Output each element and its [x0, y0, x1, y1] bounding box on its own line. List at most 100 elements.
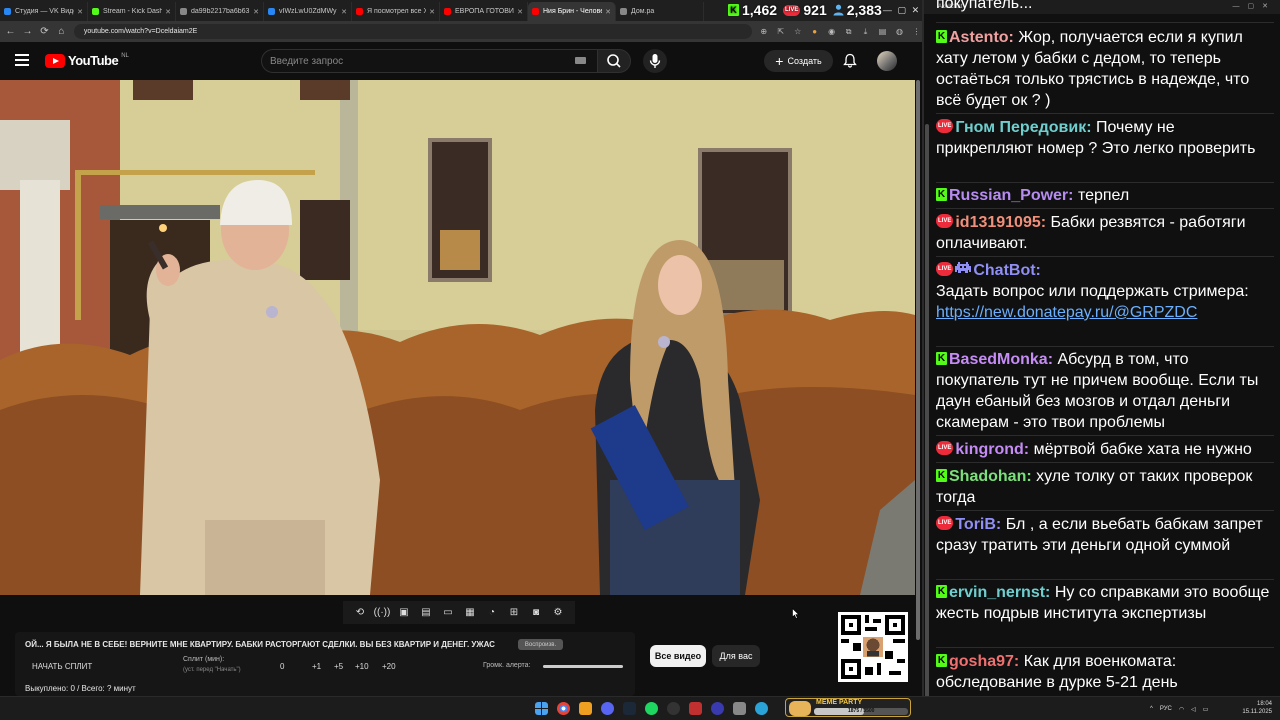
url-field[interactable]: youtube.com/watch?v=Dceldaiam2E — [73, 24, 753, 39]
minimize-icon[interactable]: — — [883, 5, 892, 15]
split-value-button[interactable]: 0 — [280, 662, 284, 671]
tab-title: ЕВРОПА ГОТОВИТ — [455, 8, 515, 15]
chat-username[interactable]: Russian_Power: — [949, 187, 1073, 204]
gas-pipe-horizontal — [75, 170, 315, 175]
telegram-icon[interactable] — [755, 702, 768, 715]
tab-close-icon[interactable]: ✕ — [429, 8, 435, 16]
youtube-logo[interactable]: YouTube NL — [45, 53, 129, 68]
chat-message: LIVE id13191095: Бабки резвятся - работяг… — [936, 212, 1274, 254]
settings-gear-icon[interactable]: ⚙ — [551, 606, 565, 620]
file-explorer-icon[interactable] — [579, 702, 592, 715]
close-icon[interactable]: ✕ — [912, 5, 920, 16]
chat-username[interactable]: Гном Передовик: — [955, 119, 1091, 136]
menu-dots-icon[interactable]: ⋮ — [911, 26, 922, 37]
alert-volume-slider[interactable] — [543, 665, 623, 668]
chat-username[interactable]: gosha97: — [949, 653, 1019, 670]
steam-icon[interactable] — [623, 702, 636, 715]
hamburger-menu-icon[interactable] — [15, 54, 29, 66]
reload-icon[interactable]: ⟳ — [38, 25, 51, 38]
split-value-button[interactable]: +20 — [382, 662, 396, 671]
subtitles-icon[interactable]: ▦ — [463, 606, 477, 620]
camera-icon[interactable]: ◙ — [529, 606, 543, 620]
chrome-icon[interactable] — [557, 702, 570, 715]
tab-close-icon[interactable]: ✕ — [341, 8, 347, 16]
voice-search-button[interactable] — [643, 49, 667, 73]
chat-username[interactable]: Astento: — [949, 29, 1014, 46]
tray-chevron-icon[interactable]: ^ — [1150, 706, 1153, 712]
download-icon[interactable]: ⤓ — [860, 26, 871, 37]
account-avatar[interactable] — [877, 51, 897, 71]
extension-toolbar: ⟲ ((·)) ▣ ▤ ▭ ▦ ◔ ⊞ ◙ ⚙ — [343, 601, 575, 624]
play-alert-button[interactable]: Воспроизв. — [518, 639, 563, 650]
app-icon[interactable] — [711, 702, 724, 715]
tab-close-icon[interactable]: ✕ — [165, 8, 171, 16]
chat-username[interactable]: ToriB: — [955, 516, 1001, 533]
browser-tab[interactable]: ЕВРОПА ГОТОВИТ ✕ — [440, 2, 528, 21]
windows-start-icon[interactable] — [535, 702, 548, 715]
tab-close-icon[interactable]: ✕ — [253, 8, 259, 16]
extension-dot-icon[interactable]: ● — [809, 26, 820, 37]
discord-icon[interactable] — [601, 702, 614, 715]
browser-tab[interactable]: Студия — VK Видео✕ — [0, 2, 88, 21]
browser-tab-active[interactable]: Ния Брин - Челове ✕ — [528, 2, 616, 21]
split-value-button[interactable]: +1 — [312, 662, 321, 671]
app-icon[interactable] — [733, 702, 746, 715]
split-value-button[interactable]: +10 — [355, 662, 369, 671]
browser-tab[interactable]: Дом.ра — [616, 2, 704, 21]
speed-gauge-icon[interactable]: ◔ — [485, 606, 499, 620]
search-input[interactable]: Введите запрос — [261, 49, 597, 73]
chat-username[interactable]: ChatBot: — [973, 262, 1041, 279]
sidebar-icon[interactable]: ▤ — [877, 26, 888, 37]
screenshot-icon[interactable]: ▣ — [397, 606, 411, 620]
spotify-icon[interactable] — [645, 702, 658, 715]
browser-tab[interactable]: Stream - Kick Dashbo✕ — [88, 2, 176, 21]
zoom-icon[interactable]: ⊕ — [758, 26, 769, 37]
puzzle-icon[interactable]: ⧉ — [843, 26, 854, 37]
back-arrow-icon[interactable]: ← — [4, 25, 17, 38]
chat-username[interactable]: kingrond: — [955, 441, 1029, 458]
notifications-bell-icon[interactable] — [843, 53, 857, 68]
clock-date: 15.11.2025 — [1242, 709, 1272, 715]
keyboard-icon[interactable] — [575, 57, 586, 64]
tab-close-icon[interactable]: ✕ — [517, 8, 523, 16]
battery-icon[interactable]: ▭ — [1203, 706, 1209, 713]
search-button[interactable] — [597, 49, 631, 73]
add-bookmark-icon[interactable]: ⊞ — [507, 606, 521, 620]
chat-scrollbar[interactable] — [924, 14, 930, 714]
extension-icon[interactable]: ◉ — [826, 26, 837, 37]
page-scrollbar[interactable] — [915, 80, 921, 696]
bookmark-star-icon[interactable]: ☆ — [792, 26, 803, 37]
chat-divider — [936, 579, 1274, 580]
clock[interactable]: 18:04 15.11.2025 — [1238, 700, 1272, 716]
profile-icon[interactable]: ◍ — [894, 26, 905, 37]
loop-icon[interactable]: ⟲ — [353, 606, 367, 620]
tab-close-icon[interactable]: ✕ — [605, 8, 611, 16]
audio-waves-icon[interactable]: ((·)) — [374, 606, 391, 620]
chat-username[interactable]: ervin_nernst: — [949, 584, 1050, 601]
chat-username[interactable]: id13191095: — [955, 214, 1046, 231]
wifi-icon[interactable]: ◠ — [1179, 706, 1184, 713]
browser-tab[interactable]: Я посмотрел все Х ✕ — [352, 2, 440, 21]
split-value-button[interactable]: +5 — [334, 662, 343, 671]
maximize-icon[interactable]: ▢ — [897, 5, 906, 16]
share-icon[interactable]: ⇱ — [775, 26, 786, 37]
language-indicator[interactable]: РУС — [1160, 706, 1172, 712]
forward-arrow-icon[interactable]: → — [21, 25, 34, 38]
picture-in-picture-icon[interactable]: ▭ — [441, 606, 455, 620]
app-icon[interactable] — [689, 702, 702, 715]
tab-close-icon[interactable]: ✕ — [77, 8, 83, 16]
obs-icon[interactable] — [667, 702, 680, 715]
volume-icon[interactable]: ◁ — [1191, 706, 1196, 713]
create-button[interactable]: + Создать — [764, 50, 833, 72]
clapper-icon[interactable]: ▤ — [419, 606, 433, 620]
donate-link[interactable]: https://new.donatepay.ru/@GRPZDC — [936, 304, 1197, 321]
home-icon[interactable]: ⌂ — [55, 25, 68, 38]
chip-all-videos[interactable]: Все видео — [650, 645, 706, 667]
chat-username[interactable]: Shadohan: — [949, 468, 1032, 485]
start-split-button[interactable]: НАЧАТЬ СПЛИТ — [32, 662, 92, 671]
browser-tab[interactable]: vIWzLwU0ZdMWy ✕ — [264, 2, 352, 21]
chip-for-you[interactable]: Для вас — [712, 645, 760, 667]
chat-username[interactable]: BasedMonka: — [949, 351, 1053, 368]
video-player[interactable] — [0, 80, 915, 595]
browser-tab[interactable]: da99b2217ba6b63 ✕ — [176, 2, 264, 21]
